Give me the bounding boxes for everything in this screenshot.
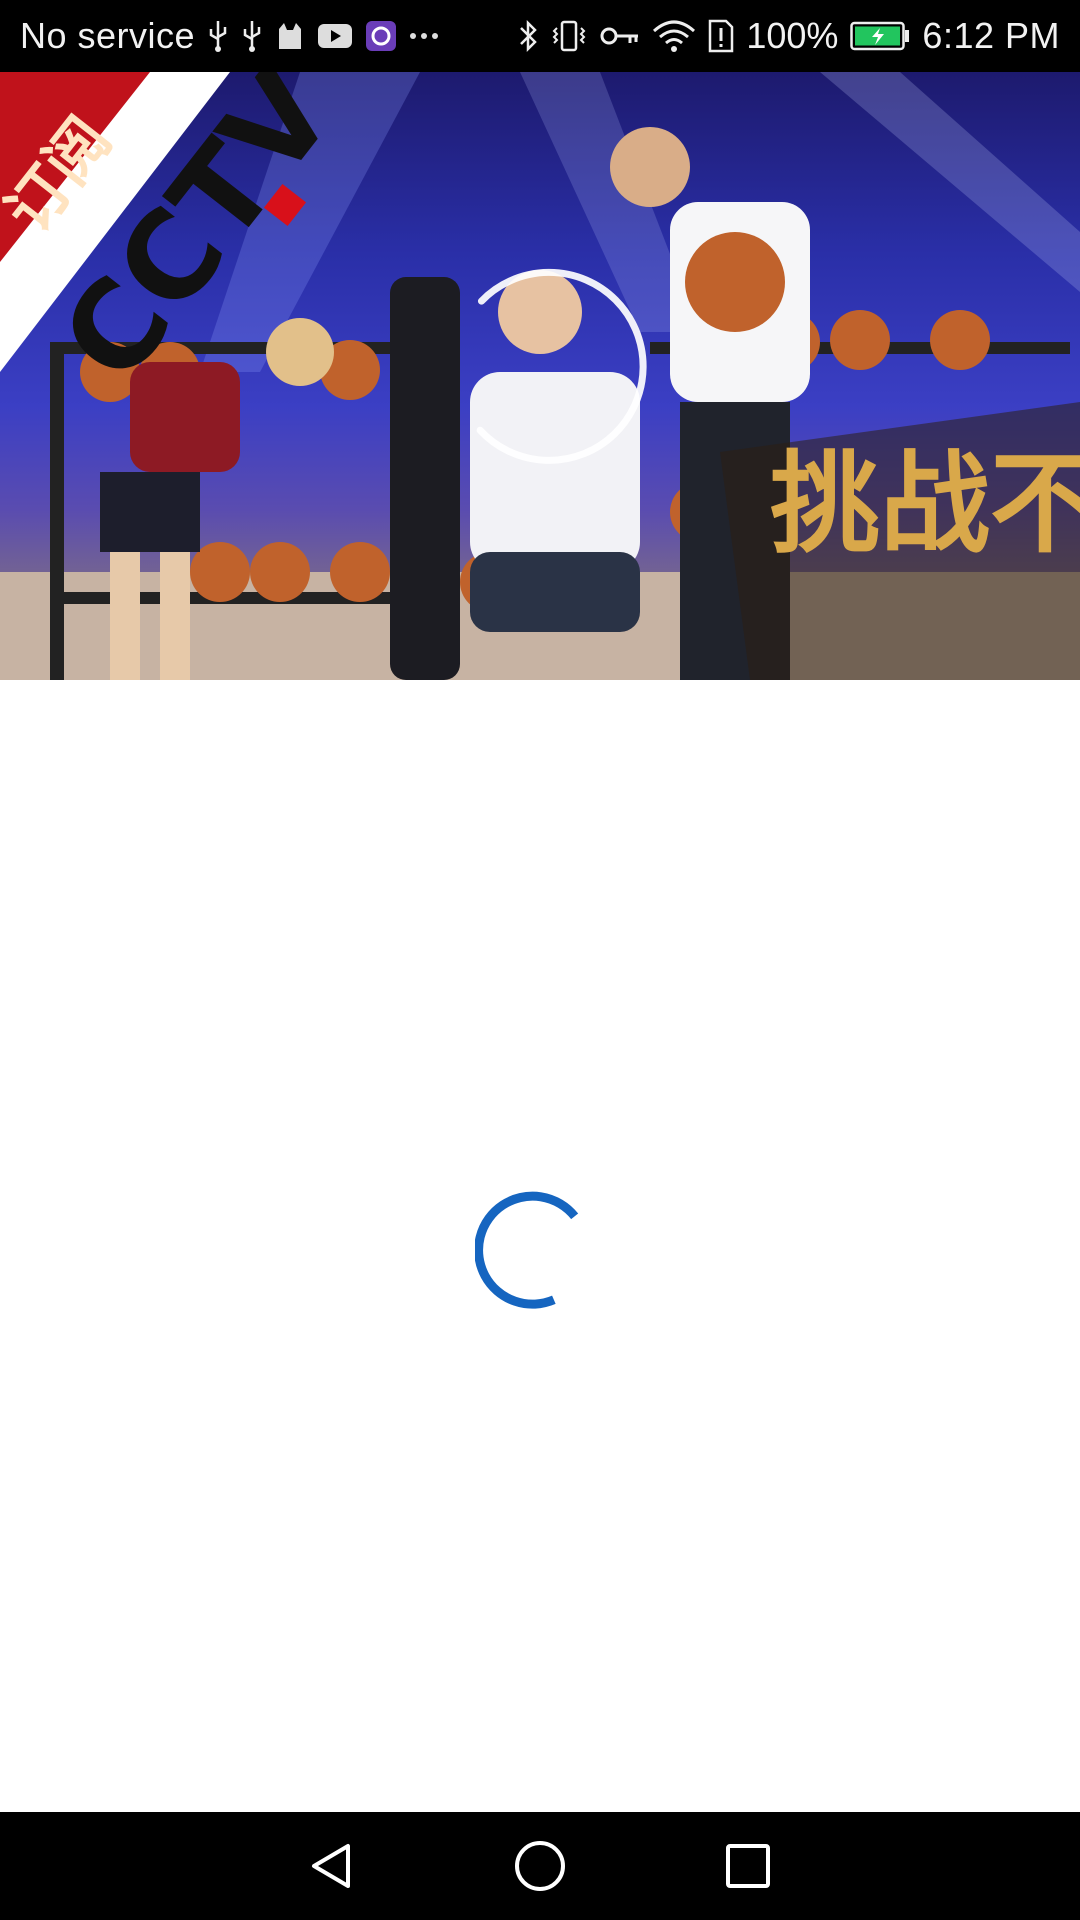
navigation-bar xyxy=(0,1812,1080,1920)
home-icon xyxy=(515,1841,565,1891)
wifi-icon xyxy=(652,16,696,56)
home-button[interactable] xyxy=(500,1826,580,1906)
cat-app-icon xyxy=(275,16,305,56)
status-right: 100% 6:12 PM xyxy=(518,15,1060,57)
video-loading-spinner xyxy=(476,268,647,464)
vpn-key-icon xyxy=(600,16,640,56)
battery-percent: 100% xyxy=(746,15,839,56)
status-left: No service xyxy=(20,15,439,57)
video-player[interactable]: 挑战不可能 订阅 CCTV xyxy=(0,72,1080,680)
content-area xyxy=(0,680,1080,1812)
clock: 6:12 PM xyxy=(922,15,1060,56)
status-bar: No service 100% 6:12 PM xyxy=(0,0,1080,72)
sim-alert-icon xyxy=(708,16,734,56)
recents-button[interactable] xyxy=(708,1826,788,1906)
back-button[interactable] xyxy=(292,1826,372,1906)
battery-icon xyxy=(850,16,910,56)
usb-icon xyxy=(207,16,229,56)
youtube-icon xyxy=(317,16,353,56)
show-title: 挑战不可能 xyxy=(770,440,1080,568)
back-icon xyxy=(312,1844,350,1888)
screen: No service 100% 6:12 PM 挑战不 订阅 CCTV xyxy=(0,0,1080,1920)
recents-icon xyxy=(726,1844,770,1888)
carrier-label: No service xyxy=(20,15,196,56)
usb-icon xyxy=(241,16,263,56)
bluetooth-icon xyxy=(518,16,538,56)
app-icon xyxy=(365,16,397,56)
vibrate-icon xyxy=(550,16,588,56)
more-dots-icon xyxy=(409,16,439,56)
content-loading-spinner xyxy=(475,1191,579,1309)
